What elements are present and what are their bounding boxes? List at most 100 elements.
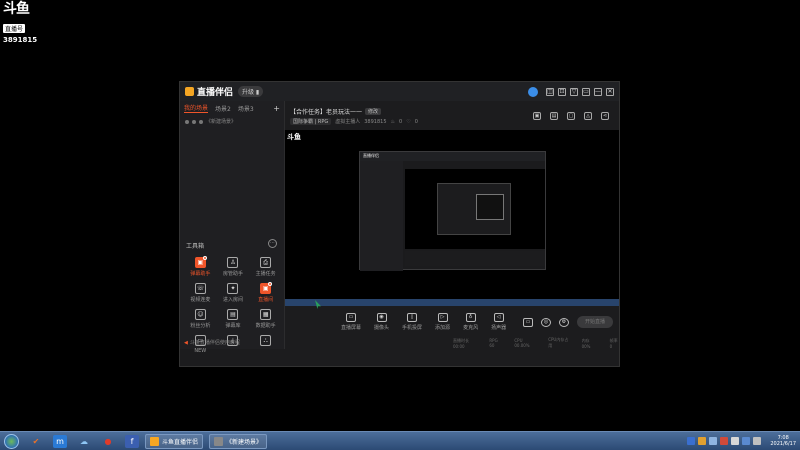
pinned-app-icon[interactable]: m (53, 434, 67, 448)
mini-mode-icon[interactable]: ▭ (582, 87, 590, 96)
share-screen-icon[interactable]: ▢ (567, 112, 575, 120)
tool-item[interactable]: ☺ 粉丝分析 (184, 309, 217, 329)
visibility-icon[interactable] (185, 119, 189, 124)
source-row[interactable]: 《新建场景》 (180, 115, 284, 128)
tool-item[interactable]: ♙ 房管助手 (217, 257, 250, 277)
category-pill[interactable]: 国际争霸 | RPG (290, 118, 332, 125)
tray-icon[interactable] (731, 437, 740, 445)
tool-label: 主播任务 (255, 271, 276, 277)
tool-icon: ☏ (194, 283, 206, 294)
tool-label: 弹幕助手 (190, 271, 211, 277)
source-control-icon: ▭ (346, 313, 356, 322)
bell-icon[interactable]: ◬ (584, 112, 592, 120)
fans-icon: ♡ (406, 118, 411, 125)
pinned-app-icon[interactable]: ✔ (29, 435, 43, 448)
hot-count: 0 (399, 118, 403, 125)
preview-taskbar (285, 299, 619, 306)
source-control[interactable]: ▯ 手机投屏 (402, 313, 422, 331)
tool-item[interactable]: ▣ 弹幕助手 (184, 256, 217, 277)
source-control[interactable]: ♁ 麦克风 (463, 313, 478, 331)
room-id: 3891815 (364, 118, 387, 125)
pinned-app-icon[interactable]: f (125, 434, 139, 448)
nested-preview-window: 直播伴侣 (359, 151, 546, 271)
skin-icon[interactable]: ◫ (546, 87, 554, 96)
source-control-icon: ▷ (437, 313, 448, 322)
gear-icon[interactable]: ⚙ (559, 317, 569, 327)
streaming-app-window: 直播伴侣 升级 ▮ ◫ ⊡ ▽ ▭ — ✕ 我的场景 场景2 场景3 + 《新建… (179, 81, 620, 367)
preview-watermark: 斗鱼 (287, 133, 301, 141)
source-control-icon: ◉ (376, 313, 387, 322)
source-control-label: 麦克风 (463, 325, 479, 331)
system-tray: 7:08 2021/6/17 (687, 435, 800, 447)
tool-item[interactable]: ⎙ 主播任务 (249, 257, 282, 277)
tutorial-text: 斗鱼直播伴侣使用教程 (189, 340, 240, 346)
volume-icon[interactable] (753, 437, 762, 445)
tool-icon: ▤ (227, 309, 239, 320)
tray-icon[interactable] (687, 437, 696, 445)
source-control[interactable]: ▭ 直播屏幕 (341, 313, 361, 331)
tray-icon[interactable] (720, 437, 729, 445)
source-control[interactable]: ▷ 添加源 (435, 313, 450, 331)
pinned-app-icon[interactable]: ● (101, 435, 115, 448)
source-control[interactable]: ◉ 摄像头 (374, 313, 389, 331)
task-app-icon (150, 436, 159, 446)
room-title-row: 【合作任务】老员玩法一一 修改 (290, 107, 382, 116)
tool-item[interactable]: ▣ 直播间 (249, 282, 282, 303)
menu-icon[interactable]: ▽ (570, 87, 578, 96)
user-avatar[interactable] (528, 86, 538, 97)
tool-item[interactable]: ▤ 弹幕库 (217, 309, 250, 329)
source-name: 《新建场景》 (206, 119, 237, 125)
clock[interactable]: 7:08 2021/6/17 (770, 435, 796, 447)
watermark-logo: 斗鱼 (3, 1, 30, 17)
taskbar-task[interactable]: 《新建场景》 (209, 433, 268, 449)
source-control[interactable]: ◁ 扬声器 (491, 313, 506, 331)
toolbox-more-icon[interactable]: ⋯ (268, 239, 277, 248)
tool-item[interactable]: ⛬ (249, 335, 282, 354)
nested-controls (405, 251, 545, 266)
record-icon[interactable]: ◎ (541, 317, 551, 327)
tool-item[interactable]: ☏ 视频连麦 (184, 283, 217, 303)
tool-item[interactable]: ✦ 进入房间 (217, 283, 250, 303)
add-scene-button[interactable]: + (273, 104, 280, 113)
status-item: CPU内存占用 (548, 337, 569, 348)
settings-icon[interactable]: ⊡ (558, 87, 566, 96)
close-button[interactable]: ✕ (606, 87, 614, 96)
tool-icon: ▦ (260, 309, 272, 320)
task-label: 《新建场景》 (226, 438, 263, 446)
tool-icon: ♙ (227, 257, 239, 268)
windows-taskbar: ✔ m ☁ ● f 斗鱼直播伴侣 《新建场景》 7:08 2021/6/17 (0, 431, 800, 450)
camera-settings-icon[interactable]: ▭ (523, 317, 533, 327)
tool-label: 粉丝分析 (190, 323, 211, 329)
tutorial-link[interactable]: ◀ 斗鱼直播伴侣使用教程 (184, 339, 240, 347)
taskbar-task[interactable]: 斗鱼直播伴侣 (145, 433, 204, 449)
nested-title: 直播伴侣 (360, 152, 545, 161)
left-panel: 我的场景 场景2 场景3 + 《新建场景》 工具箱 ⋯ ▣ 弹幕助手 ♙ 房管助手 ⎙ 主… (180, 101, 285, 354)
network-icon[interactable] (742, 437, 751, 445)
tray-icon[interactable] (709, 437, 718, 445)
upgrade-pill[interactable]: 升级 ▮ (238, 86, 264, 97)
lock-icon[interactable]: ▤ (550, 112, 558, 120)
start-live-button[interactable]: 开始直播 (577, 316, 613, 328)
status-item: CPU 00.00% (514, 338, 530, 348)
stream-preview[interactable]: 斗鱼 直播伴侣 (285, 130, 619, 309)
gift-icon[interactable]: ▣ (533, 112, 541, 120)
tool-label: 数据助手 (255, 323, 276, 329)
start-button[interactable] (4, 433, 19, 449)
room-title: 【合作任务】老员玩法一一 (290, 109, 363, 116)
share-icon[interactable]: ⋖ (601, 112, 609, 120)
scene-tab-3[interactable]: 场景3 (238, 104, 254, 113)
minimize-button[interactable]: — (594, 87, 602, 96)
edit-title-button[interactable]: 修改 (365, 108, 382, 115)
scene-tab-2[interactable]: 场景2 (215, 104, 231, 113)
task-list: 斗鱼直播伴侣 《新建场景》 (139, 433, 268, 449)
hot-icon: ♨ (390, 118, 396, 125)
pinned-app-icon[interactable]: ☁ (77, 435, 91, 448)
tray-icon[interactable] (698, 437, 707, 445)
scene-tab-1[interactable]: 我的场景 (184, 103, 209, 113)
source-control-label: 直播屏幕 (341, 325, 362, 331)
badge-dot (267, 282, 272, 286)
tool-label: 直播间 (258, 297, 274, 303)
source-control-icon: ♁ (465, 313, 476, 322)
tool-item[interactable]: ▦ 数据助手 (249, 309, 282, 329)
lock-icon[interactable] (192, 119, 196, 124)
